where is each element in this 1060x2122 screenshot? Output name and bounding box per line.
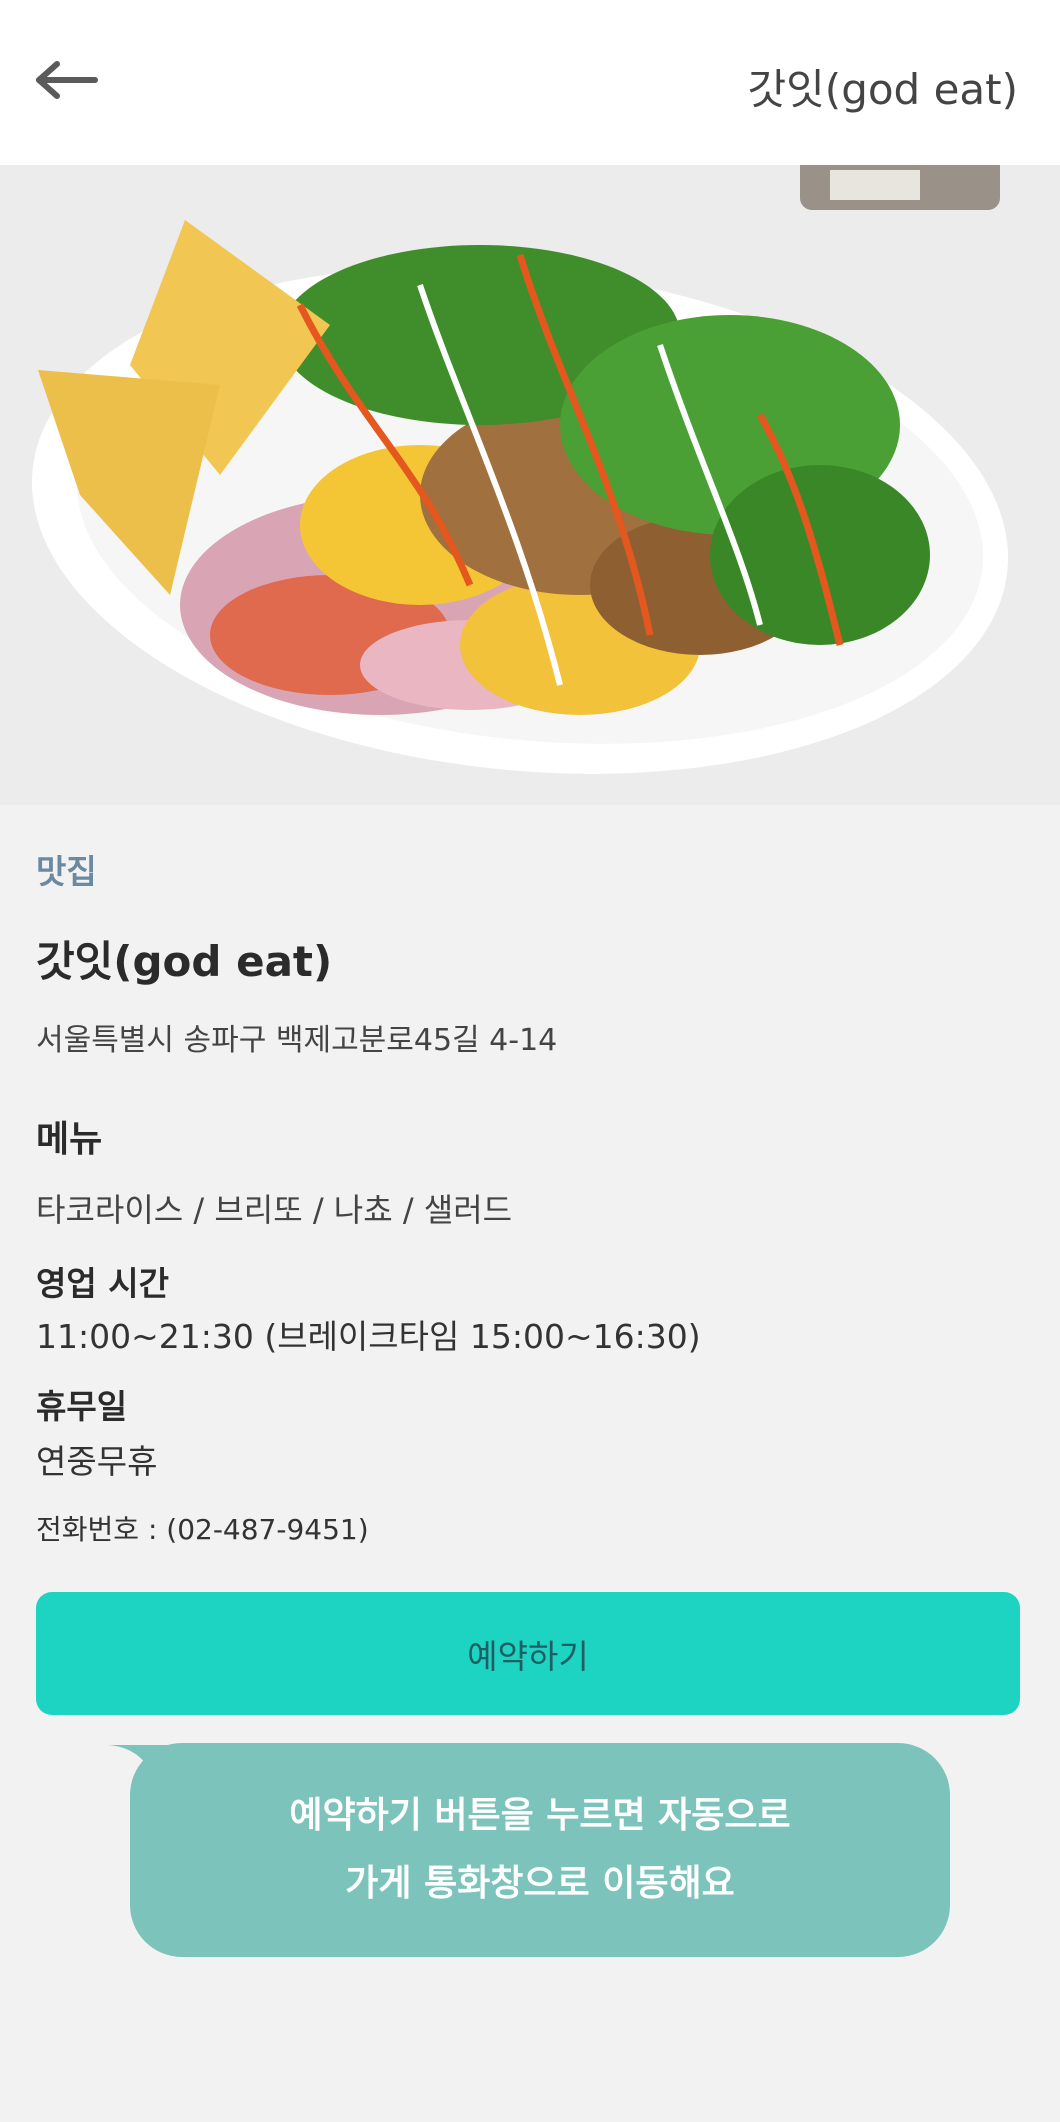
- closed-days-value: 연중무휴: [36, 1442, 158, 1481]
- menu-items: 타코라이스 / 브리또 / 나쵸 / 샐러드: [36, 1191, 513, 1229]
- tooltip-line-1: 예약하기 버튼을 누르면 자동으로: [289, 1795, 791, 1836]
- phone-number: 전화번호 : (02-487-9451): [36, 1513, 369, 1546]
- arrow-left-icon: [36, 61, 98, 99]
- store-address: 서울특별시 송파구 백제고분로45길 4-14: [36, 1023, 558, 1058]
- reserve-button[interactable]: 예약하기: [36, 1592, 1020, 1715]
- reserve-tooltip: 예약하기 버튼을 누르면 자동으로 가게 통화창으로 이동해요: [130, 1743, 950, 1957]
- page-title: 갓잇(god eat): [747, 65, 1018, 114]
- app-bar: 갓잇(god eat): [0, 0, 1060, 165]
- food-bowl-photo: [0, 165, 1060, 805]
- tooltip-line-2: 가게 통화창으로 이동해요: [345, 1863, 735, 1904]
- back-button[interactable]: [30, 52, 102, 108]
- hours-heading: 영업 시간: [36, 1264, 169, 1303]
- category-label: 맛집: [36, 852, 97, 891]
- closed-days-heading: 휴무일: [36, 1387, 128, 1426]
- menu-heading: 메뉴: [36, 1119, 103, 1160]
- store-hero-image: [0, 165, 1060, 805]
- store-name: 갓잇(god eat): [36, 937, 333, 986]
- hours-value: 11:00~21:30 (브레이크타임 15:00~16:30): [36, 1317, 701, 1356]
